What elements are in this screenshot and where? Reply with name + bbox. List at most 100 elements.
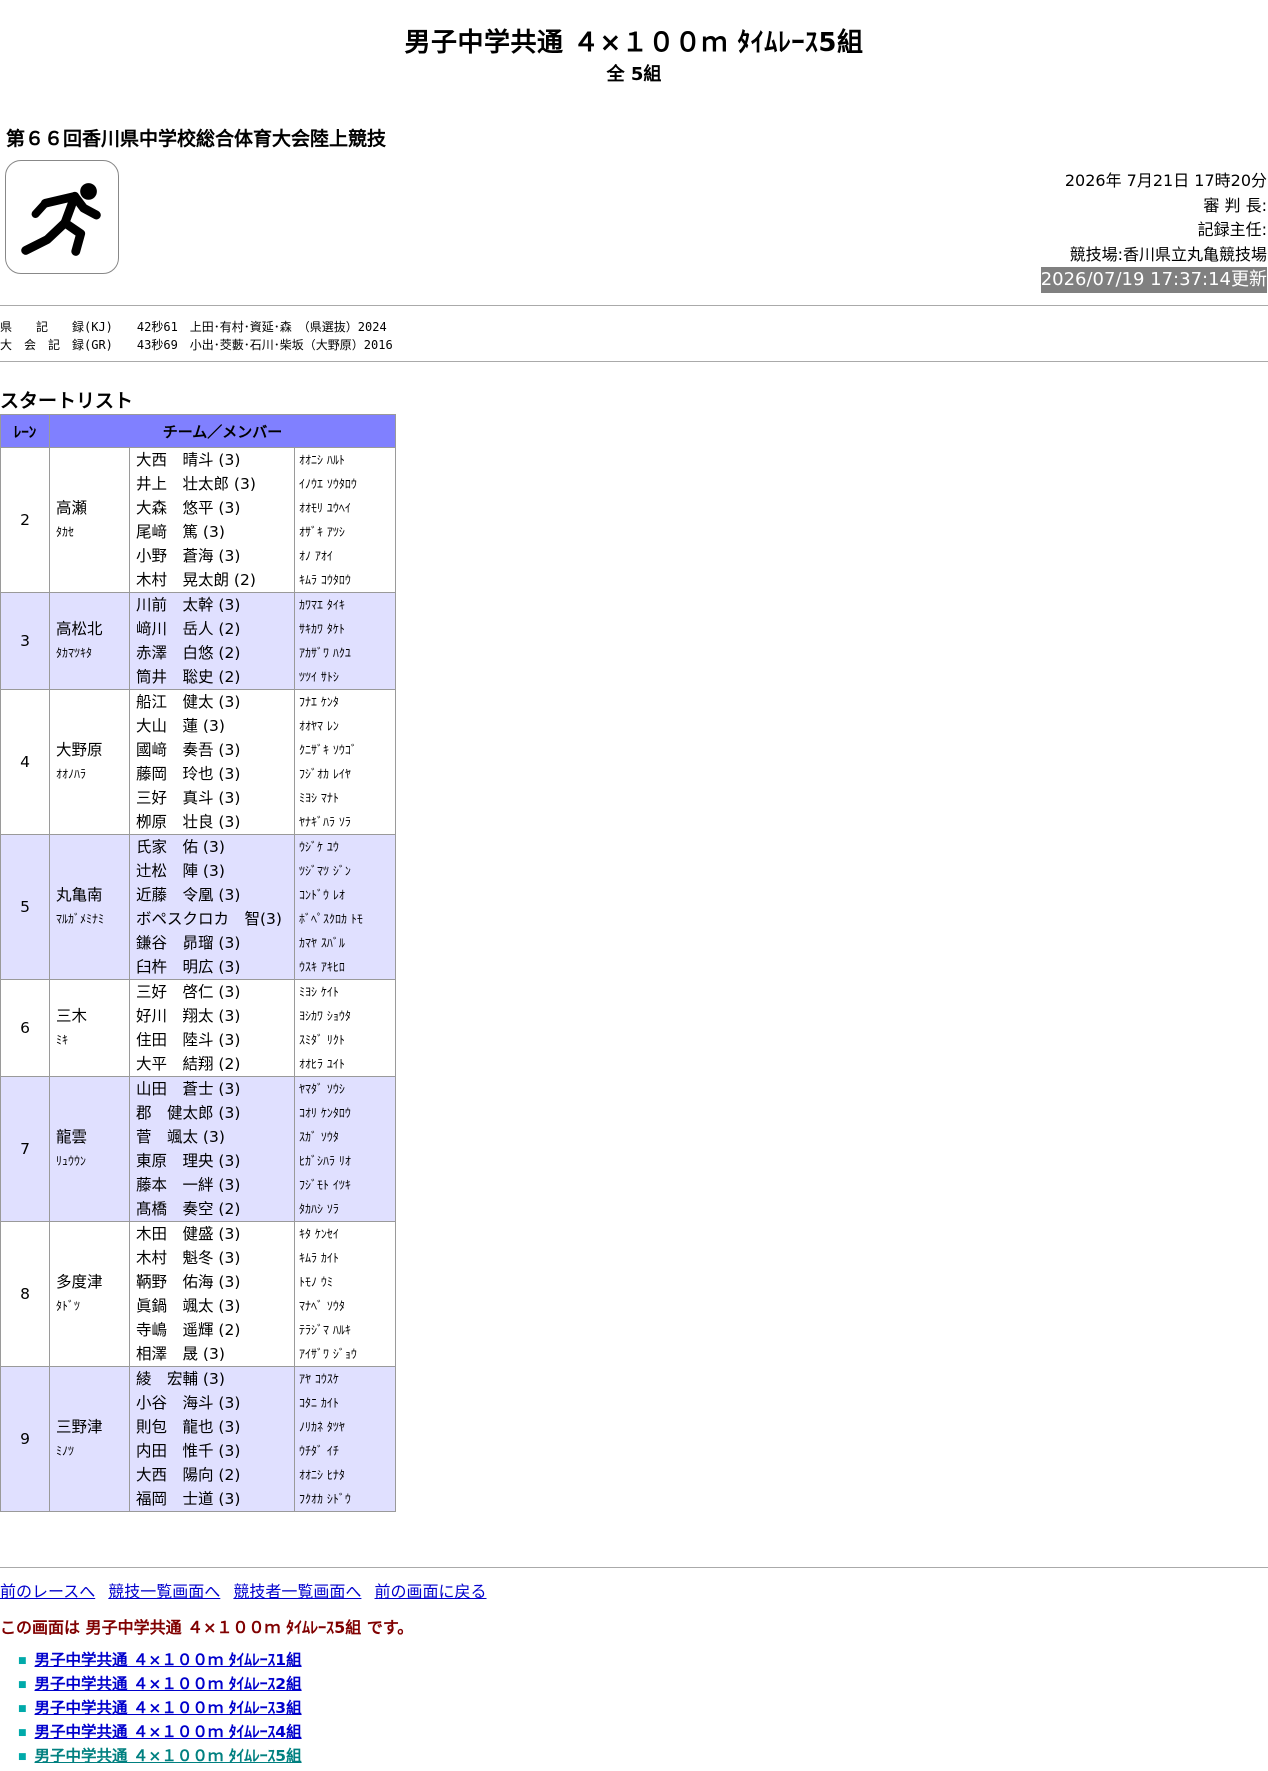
team-kana: ｵｵﾉﾊﾗ	[56, 767, 87, 781]
lane-number: 7	[0, 1076, 50, 1222]
member-names: 氏家 佑 (3) 辻松 陣 (3) 近藤 令凰 (3) ボペスクロカ 智(3) 鎌谷 昴…	[129, 834, 295, 980]
member-name: 綾 宏輔 (3)	[136, 1370, 225, 1388]
team-kana: ﾘｭｳｳﾝ	[56, 1154, 87, 1168]
member-kana: ｷﾑﾗ ｶｲﾄ	[299, 1251, 339, 1265]
table-row: 4 大野原 ｵｵﾉﾊﾗ 船江 健太 (3) 大山 蓮 (3) 國﨑 奏吾 (3) 藤岡 玲也…	[0, 689, 396, 835]
member-name: 木村 晃太朗 (2)	[136, 571, 256, 589]
divider	[0, 1567, 1268, 1568]
meet-name: 第６６回香川県中学校総合体育大会陸上競技	[6, 128, 387, 150]
member-kana: ｵｻﾞｷ ｱﾂｼ	[299, 525, 345, 539]
race-link-item: 男子中学共通 ４×１００ｍ ﾀｲﾑﾚｰｽ5組	[18, 1744, 302, 1768]
member-kana: ｵｵﾔﾏ ﾚﾝ	[299, 719, 339, 733]
member-kana: ﾄﾓﾉ ｳﾐ	[299, 1275, 333, 1289]
event-list-link[interactable]: 競技一覧画面へ	[108, 1582, 220, 1601]
member-name: 井上 壮太郎 (3)	[136, 475, 256, 493]
team-kana: ﾀｶｾ	[56, 525, 75, 539]
race-link[interactable]: 男子中学共通 ４×１００ｍ ﾀｲﾑﾚｰｽ1組	[35, 1651, 302, 1669]
race-link[interactable]: 男子中学共通 ４×１００ｍ ﾀｲﾑﾚｰｽ3組	[35, 1699, 302, 1717]
member-names: 木田 健盛 (3) 木村 魁冬 (3) 鞆野 佑海 (3) 眞鍋 颯太 (3) 寺嶋 遥…	[129, 1221, 295, 1367]
athlete-list-link[interactable]: 競技者一覧画面へ	[233, 1582, 361, 1601]
member-kana: ｵｵﾆｼ ﾊﾙﾄ	[299, 453, 345, 467]
team-name: 丸亀南	[56, 886, 103, 904]
member-kanas: ｵｵﾆｼ ﾊﾙﾄ ｲﾉｳｴ ｿｳﾀﾛｳ ｵｵﾓﾘ ﾕｳﾍｲ ｵｻﾞｷ ｱﾂｼ ｵﾉ ｱｵ…	[294, 447, 396, 593]
member-name: 則包 龍也 (3)	[136, 1418, 241, 1436]
member-name: 藤本 一絆 (3)	[136, 1176, 241, 1194]
nav-links: 前のレースへ 競技一覧画面へ 競技者一覧画面へ 前の画面に戻る	[0, 1578, 495, 1602]
member-name: 東原 理央 (3)	[136, 1152, 241, 1170]
member-kana: ﾂﾂｲ ｻﾄｼ	[299, 670, 339, 684]
divider	[0, 361, 1268, 362]
member-kana: ﾔﾏﾀﾞ ｿｳｼ	[299, 1082, 345, 1096]
member-name: 郡 健太郎 (3)	[136, 1104, 241, 1122]
member-name: 大西 晴斗 (3)	[136, 451, 241, 469]
team-name: 多度津	[56, 1273, 103, 1291]
member-kana: ｵｵﾆｼ ﾋﾅﾀ	[299, 1468, 345, 1482]
prev-race-link[interactable]: 前のレースへ	[0, 1582, 95, 1601]
member-kana: ｽｶﾞ ｿｳﾀ	[299, 1130, 339, 1144]
member-name: 眞鍋 颯太 (3)	[136, 1297, 241, 1315]
team-kana: ﾀｶﾏﾂｷﾀ	[56, 646, 93, 660]
member-name: 赤澤 白悠 (2)	[136, 644, 241, 662]
race-link[interactable]: 男子中学共通 ４×１００ｍ ﾀｲﾑﾚｰｽ4組	[35, 1723, 302, 1741]
recorder-label: 記録主任:	[1197, 220, 1267, 239]
member-kana: ﾐﾖｼ ｹｲﾄ	[299, 985, 339, 999]
member-names: 三好 啓仁 (3) 好川 翔太 (3) 住田 陸斗 (3) 大平 結翔 (2)	[129, 979, 295, 1077]
member-kana: ｵｵﾓﾘ ﾕｳﾍｲ	[299, 501, 351, 515]
member-name: 山田 蒼士 (3)	[136, 1080, 241, 1098]
member-kana: ｵﾉ ｱｵｲ	[299, 549, 333, 563]
startlist-body: 2 高瀬 ﾀｶｾ 大西 晴斗 (3) 井上 壮太郎 (3) 大森 悠平 (3) 尾﨑 篤 (…	[0, 447, 396, 1512]
prefecture-record: 県 記 録(KJ) 42秒61 上田･有村･資延･森 （県選抜）2024	[0, 320, 387, 334]
member-kana: ｳｼﾞｹ ﾕｳ	[299, 840, 339, 854]
lane-number: 6	[0, 979, 50, 1077]
team-name: 龍雲	[56, 1128, 88, 1146]
member-kanas: ｱﾔ ｺｳｽｹ ｺﾀﾆ ｶｲﾄ ﾉﾘｶﾈ ﾀﾂﾔ ｳﾁﾀﾞ ｲﾁ ｵｵﾆｼ ﾋﾅﾀ ﾌｸｵ…	[294, 1366, 396, 1512]
member-kanas: ﾌﾅｴ ｹﾝﾀ ｵｵﾔﾏ ﾚﾝ ｸﾆｻﾞｷ ｿｳｺﾞ ﾌｼﾞｵｶ ﾚｲﾔ ﾐﾖｼ ﾏﾅﾄ…	[294, 689, 396, 835]
member-kanas: ｶﾜﾏｴ ﾀｲｷ ｻｷｶﾜ ﾀｹﾄ ｱｶｻﾞﾜ ﾊｸﾕ ﾂﾂｲ ｻﾄｼ	[294, 592, 396, 690]
member-name: 木村 魁冬 (3)	[136, 1249, 241, 1267]
team-kana: ﾐﾉﾂ	[56, 1444, 75, 1458]
member-name: 大平 結翔 (2)	[136, 1055, 241, 1073]
member-kana: ｺﾝﾄﾞｳ ﾚｵ	[299, 888, 345, 902]
team-cell: 丸亀南 ﾏﾙｶﾞﾒﾐﾅﾐ	[49, 834, 130, 980]
member-name: 船江 健太 (3)	[136, 693, 241, 711]
member-name: 相澤 晟 (3)	[136, 1345, 225, 1363]
race-link-item: 男子中学共通 ４×１００ｍ ﾀｲﾑﾚｰｽ1組	[18, 1648, 302, 1672]
member-kana: ｱｲｻﾞﾜ ｼﾞｮｳ	[299, 1347, 357, 1361]
member-kanas: ﾐﾖｼ ｹｲﾄ ﾖｼｶﾜ ｼｮｳﾀ ｽﾐﾀﾞ ﾘｸﾄ ｵｵﾋﾗ ﾕｲﾄ	[294, 979, 396, 1077]
race-link-item: 男子中学共通 ４×１００ｍ ﾀｲﾑﾚｰｽ3組	[18, 1696, 302, 1720]
lane-number: 3	[0, 592, 50, 690]
lane-column-header: ﾚｰﾝ	[0, 414, 50, 448]
member-name: 住田 陸斗 (3)	[136, 1031, 241, 1049]
member-kana: ｷﾑﾗ ｺｳﾀﾛｳ	[299, 573, 351, 587]
member-name: 木田 健盛 (3)	[136, 1225, 241, 1243]
member-name: 氏家 佑 (3)	[136, 838, 225, 856]
member-kana: ﾖｼｶﾜ ｼｮｳﾀ	[299, 1009, 351, 1023]
race-link[interactable]: 男子中学共通 ４×１００ｍ ﾀｲﾑﾚｰｽ5組	[35, 1747, 302, 1765]
table-row: 3 高松北 ﾀｶﾏﾂｷﾀ 川前 太幹 (3) 﨑川 岳人 (2) 赤澤 白悠 (2) 筒井 …	[0, 592, 396, 690]
back-link[interactable]: 前の画面に戻る	[375, 1582, 487, 1601]
member-kana: ﾋｶﾞｼﾊﾗ ﾘｵ	[299, 1154, 351, 1168]
member-name: 髙橋 奏空 (2)	[136, 1200, 241, 1218]
member-kana: ｲﾉｳｴ ｿｳﾀﾛｳ	[299, 477, 357, 491]
member-name: 小谷 海斗 (3)	[136, 1394, 241, 1412]
member-name: 小野 蒼海 (3)	[136, 547, 241, 565]
lane-number: 4	[0, 689, 50, 835]
member-kana: ﾀｶﾊｼ ｿﾗ	[299, 1202, 339, 1216]
lane-number: 9	[0, 1366, 50, 1512]
member-names: 綾 宏輔 (3) 小谷 海斗 (3) 則包 龍也 (3) 内田 惟千 (3) 大西 陽向…	[129, 1366, 295, 1512]
member-kana: ｸﾆｻﾞｷ ｿｳｺﾞ	[299, 743, 357, 757]
member-kana: ｺｵﾘ ｹﾝﾀﾛｳ	[299, 1106, 351, 1120]
member-kana: ｱｶｻﾞﾜ ﾊｸﾕ	[299, 646, 351, 660]
member-name: 川前 太幹 (3)	[136, 596, 241, 614]
member-name: 三好 真斗 (3)	[136, 789, 241, 807]
member-kana: ﾌﾅｴ ｹﾝﾀ	[299, 695, 339, 709]
table-row: 8 多度津 ﾀﾄﾞﾂ 木田 健盛 (3) 木村 魁冬 (3) 鞆野 佑海 (3) 眞鍋 颯太…	[0, 1221, 396, 1367]
member-name: 三好 啓仁 (3)	[136, 983, 241, 1001]
team-kana: ﾐｷ	[56, 1033, 69, 1047]
team-cell: 大野原 ｵｵﾉﾊﾗ	[49, 689, 130, 835]
member-name: 福岡 士道 (3)	[136, 1490, 241, 1508]
member-name: 内田 惟千 (3)	[136, 1442, 241, 1460]
race-link[interactable]: 男子中学共通 ４×１００ｍ ﾀｲﾑﾚｰｽ2組	[35, 1675, 302, 1693]
team-column-header: チーム／メンバー	[49, 414, 396, 448]
race-datetime: 2026年 7月21日 17時20分	[1064, 171, 1267, 190]
